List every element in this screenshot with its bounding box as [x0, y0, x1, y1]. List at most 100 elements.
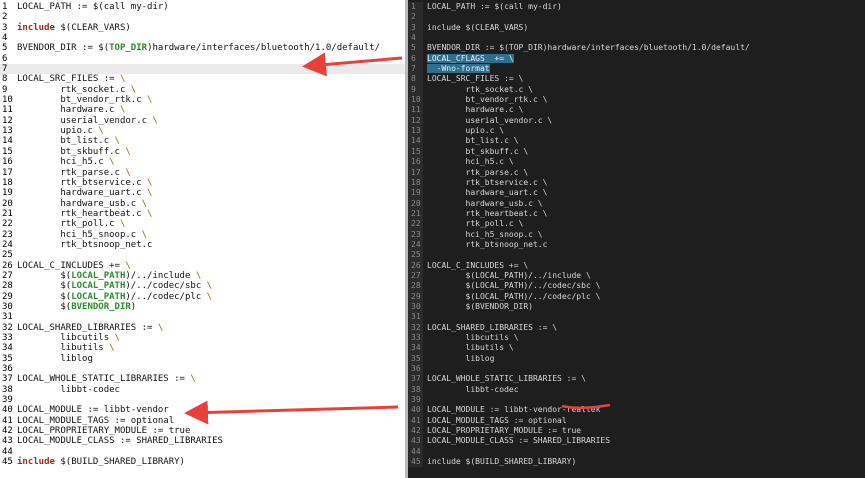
left-code-line[interactable]: 39 [0, 395, 405, 405]
left-code-line[interactable]: 22 rtk_poll.c \ [0, 219, 405, 229]
left-code-line[interactable]: 44 [0, 447, 405, 457]
right-code-line[interactable]: 17 rtk_parse.c \ [408, 167, 865, 178]
right-code-line[interactable]: 28 $(LOCAL_PATH)/../codec/sbc \ [408, 281, 865, 292]
right-code-line[interactable]: 2 [408, 12, 865, 23]
right-code-line[interactable]: 41 LOCAL_MODULE_TAGS := optional [408, 415, 865, 427]
right-code-line[interactable]: 32 LOCAL_SHARED_LIBRARIES := \ [408, 322, 865, 333]
right-code-line[interactable]: 23 hci_h5_snoop.c \ [408, 229, 865, 240]
left-code-line[interactable]: 24 rtk_btsnoop_net.c [0, 240, 405, 250]
right-code-line[interactable]: 36 [408, 364, 865, 375]
right-code-line[interactable]: 45 include $(BUILD_SHARED_LIBRARY) [408, 457, 865, 468]
left-code-line[interactable]: 21 rtk_heartbeat.c \ [0, 209, 405, 219]
left-code-line[interactable]: 33 libcutils \ [0, 333, 405, 343]
code-token: \ [119, 219, 126, 230]
left-code-line[interactable]: 7 [0, 64, 405, 75]
right-code-line[interactable]: 10 bt_vendor_rtk.c \ [408, 95, 865, 106]
left-code-line[interactable]: 18 rtk_btservice.c \ [0, 178, 405, 188]
left-code-editor[interactable]: 1 LOCAL_PATH := $(call my-dir) 2 3 include $… [0, 2, 405, 467]
right-code-line[interactable]: 42 LOCAL_PROPRIETARY_MODULE := true [408, 426, 865, 437]
right-code-line[interactable]: 31 [408, 312, 865, 323]
right-code-line[interactable]: 4 [408, 33, 865, 44]
right-code-line[interactable]: 14 bt_list.c \ [408, 136, 865, 147]
left-code-line[interactable]: 16 hci_h5.c \ [0, 157, 405, 167]
right-code-line[interactable]: 37 LOCAL_WHOLE_STATIC_LIBRARIES := \ [408, 374, 865, 385]
left-code-line[interactable]: 38 libbt-codec [0, 385, 405, 395]
right-code-line[interactable]: 33 libcutils \ [408, 333, 865, 344]
left-code-line[interactable]: 29 $(LOCAL_PATH)/../codec/plc \ [0, 292, 405, 302]
left-code-line[interactable]: 8 LOCAL_SRC_FILES := \ [0, 74, 405, 84]
right-code-line[interactable]: 15 bt_skbuff.c \ [408, 146, 865, 158]
right-code-line[interactable]: 22 rtk_poll.c \ [408, 219, 865, 230]
right-code-line[interactable]: 25 [408, 250, 865, 261]
right-code-line[interactable]: 12 userial_vendor.c \ [408, 115, 865, 127]
left-code-line[interactable]: 19 hardware_uart.c \ [0, 188, 405, 198]
left-code-line[interactable]: 20 hardware_usb.c \ [0, 199, 405, 209]
left-code-line[interactable]: 3 include $(CLEAR_VARS) [0, 23, 405, 33]
right-code-line-selected[interactable]: 7 -Wno-format [408, 64, 865, 75]
right-code-line[interactable]: 11 hardware.c \ [408, 105, 865, 116]
left-code-line[interactable]: 5 BVENDOR_DIR := $(TOP_DIR)hardware/inter… [0, 43, 405, 53]
right-code-line[interactable]: 13 upio.c \ [408, 126, 865, 137]
line-number: 16 [408, 157, 423, 168]
right-code-line[interactable]: 16 hci_h5.c \ [408, 157, 865, 168]
left-code-line[interactable]: 14 bt_list.c \ [0, 136, 405, 146]
right-code-line[interactable]: 30 $(BVENDOR_DIR) [408, 301, 865, 313]
right-code-line[interactable]: 26 LOCAL_C_INCLUDES += \ [408, 260, 865, 271]
right-code-line[interactable]: 35 liblog [408, 353, 865, 365]
left-code-line[interactable]: 36 [0, 364, 405, 374]
left-code-line[interactable]: 1 LOCAL_PATH := $(call my-dir) [0, 2, 405, 12]
left-code-line[interactable]: 41 LOCAL_MODULE_TAGS := optional [0, 416, 405, 426]
right-code-line[interactable]: 27 $(LOCAL_PATH)/../include \ [408, 270, 865, 282]
left-code-line[interactable]: 32 LOCAL_SHARED_LIBRARIES := \ [0, 323, 405, 333]
right-code-line[interactable]: 29 $(LOCAL_PATH)/../codec/plc \ [408, 291, 865, 302]
right-code-line[interactable]: 40 LOCAL_MODULE := libbt-vendor-realtek [408, 405, 865, 416]
right-editor-pane[interactable]: 1 LOCAL_PATH := $(call my-dir) 2 3 include $… [408, 0, 865, 478]
left-code-line[interactable]: 27 $(LOCAL_PATH)/../include \ [0, 271, 405, 281]
left-code-line[interactable]: 37 LOCAL_WHOLE_STATIC_LIBRARIES := \ [0, 374, 405, 384]
left-code-line[interactable]: 15 bt_skbuff.c \ [0, 147, 405, 157]
right-code-line[interactable]: 9 rtk_socket.c \ [408, 84, 865, 96]
left-code-line[interactable]: 2 [0, 12, 405, 22]
right-code-line[interactable]: 34 libutils \ [408, 343, 865, 354]
left-code-line[interactable]: 25 [0, 250, 405, 260]
line-number: 4 [408, 33, 423, 44]
left-code-line[interactable]: 42 LOCAL_PROPRIETARY_MODULE := true [0, 426, 405, 436]
left-code-line[interactable]: 34 libutils \ [0, 343, 405, 353]
line-number: 34 [2, 343, 13, 354]
left-code-line[interactable]: 23 hci_h5_snoop.c \ [0, 230, 405, 240]
right-code-line-selected[interactable]: 6 LOCAL_CFLAGS += \ [408, 53, 865, 65]
right-code-editor[interactable]: 1 LOCAL_PATH := $(call my-dir) 2 3 include $… [408, 2, 865, 468]
left-code-line[interactable]: 35 liblog [0, 354, 405, 364]
right-code-line[interactable]: 21 rtk_heartbeat.c \ [408, 208, 865, 220]
right-code-line[interactable]: 44 [408, 446, 865, 458]
left-code-line[interactable]: 13 upio.c \ [0, 126, 405, 136]
right-code-line[interactable]: 20 hardware_usb.c \ [408, 198, 865, 209]
right-code-line[interactable]: 8 LOCAL_SRC_FILES := \ [408, 74, 865, 85]
right-code-line[interactable]: 5 BVENDOR_DIR := $(TOP_DIR)hardware/inter… [408, 43, 865, 54]
right-code-line[interactable]: 3 include $(CLEAR_VARS) [408, 22, 865, 34]
left-code-line[interactable]: 4 [0, 33, 405, 43]
left-code-line[interactable]: 11 hardware.c \ [0, 105, 405, 115]
right-code-line[interactable]: 38 libbt-codec [408, 384, 865, 396]
left-code-line[interactable]: 17 rtk_parse.c \ [0, 168, 405, 178]
left-code-line[interactable]: 28 $(LOCAL_PATH)/../codec/sbc \ [0, 281, 405, 291]
left-code-line[interactable]: 43 LOCAL_MODULE_CLASS := SHARED_LIBRARIES [0, 436, 405, 446]
right-code-line[interactable]: 39 [408, 395, 865, 406]
left-code-line[interactable]: 6 [0, 54, 405, 64]
left-code-line[interactable]: 40 LOCAL_MODULE := libbt-vendor [0, 405, 405, 415]
right-code-line[interactable]: 19 hardware_uart.c \ [408, 188, 865, 199]
left-code-line[interactable]: 12 userial_vendor.c \ [0, 116, 405, 126]
left-code-line[interactable]: 26 LOCAL_C_INCLUDES += \ [0, 261, 405, 271]
code-token: LOCAL_SRC_FILES := \ [427, 74, 524, 84]
left-code-line[interactable]: 9 rtk_socket.c \ [0, 85, 405, 95]
right-code-line[interactable]: 1 LOCAL_PATH := $(call my-dir) [408, 2, 865, 13]
left-code-line[interactable]: 45 include $(BUILD_SHARED_LIBRARY) [0, 457, 405, 467]
left-editor-pane[interactable]: 1 LOCAL_PATH := $(call my-dir) 2 3 include $… [0, 0, 405, 478]
right-code-line[interactable]: 18 rtk_btservice.c \ [408, 177, 865, 189]
left-code-line[interactable]: 10 bt_vendor_rtk.c \ [0, 95, 405, 105]
left-code-line[interactable]: 31 [0, 312, 405, 322]
code-text: upio.c \ [17, 126, 405, 136]
right-code-line[interactable]: 24 rtk_btsnoop_net.c [408, 239, 865, 251]
right-code-line[interactable]: 43 LOCAL_MODULE_CLASS := SHARED_LIBRARIES [408, 436, 865, 447]
left-code-line[interactable]: 30 $(BVENDOR_DIR) [0, 302, 405, 312]
